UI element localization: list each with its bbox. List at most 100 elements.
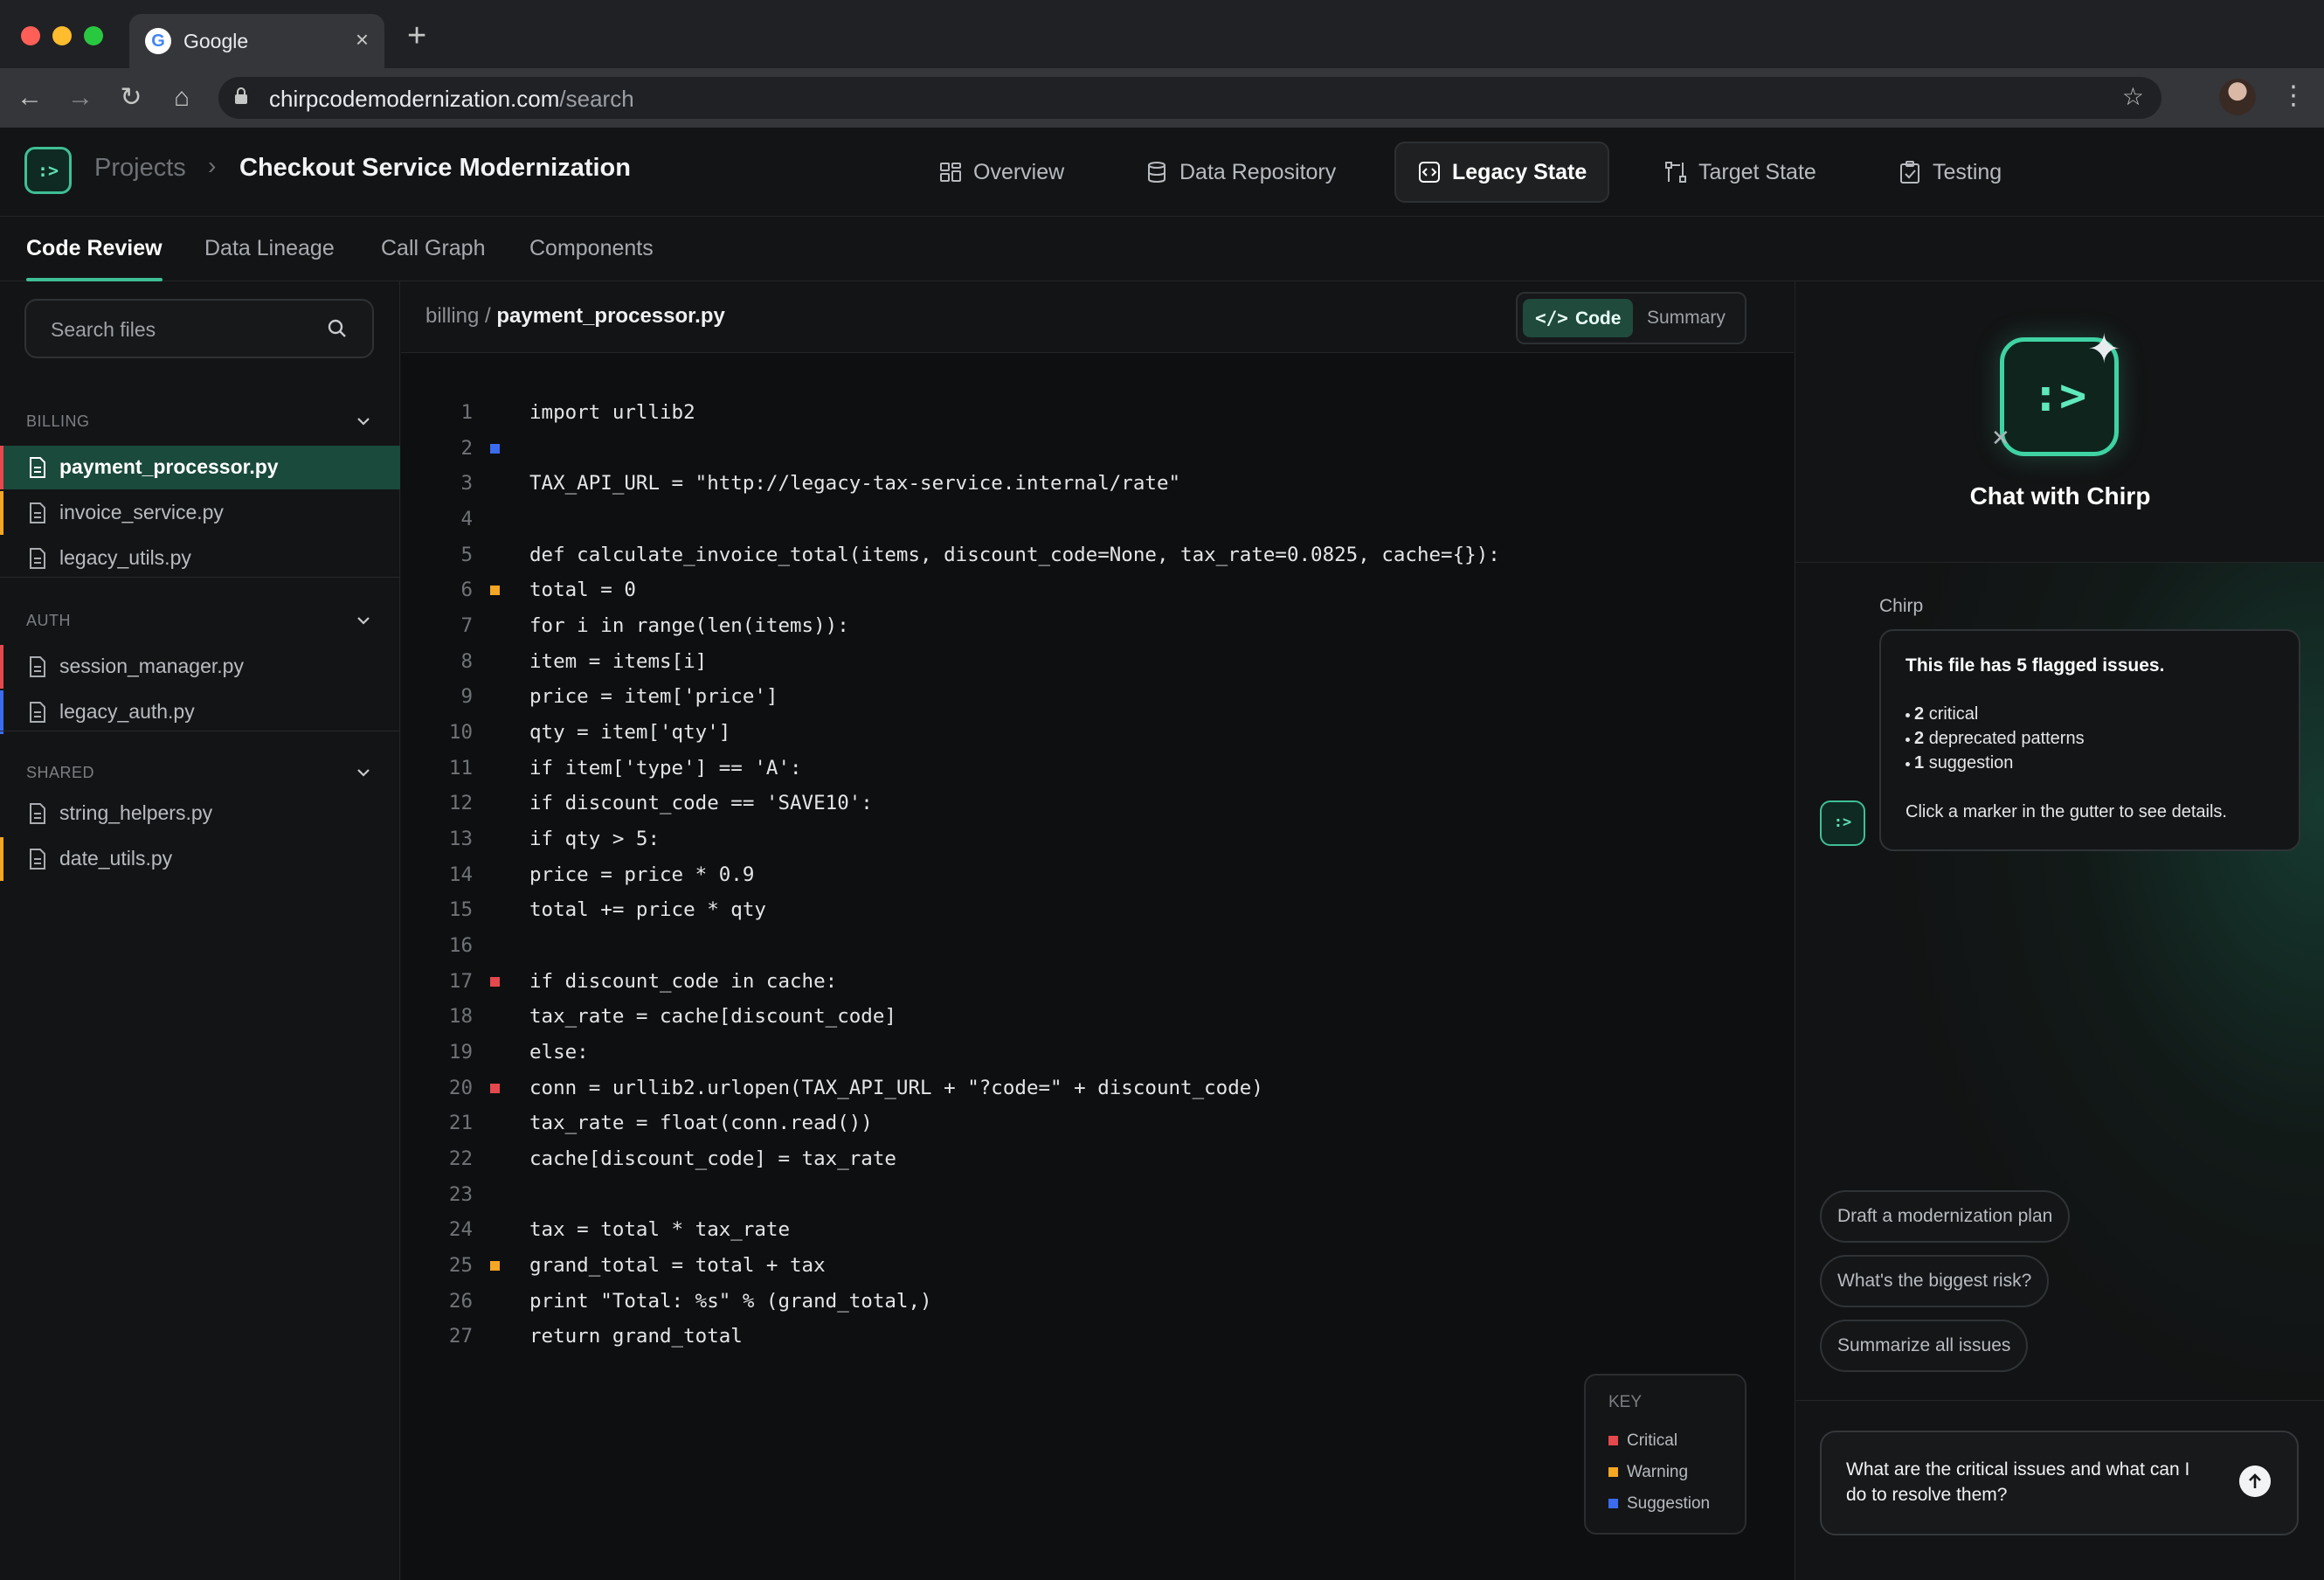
- code-line: 16: [401, 928, 1794, 963]
- line-number: 14: [448, 863, 473, 886]
- minimize-window-button[interactable]: [52, 26, 72, 45]
- code-line: 14 price = price * 0.9: [401, 857, 1794, 892]
- line-code: price = price * 0.9: [529, 863, 755, 886]
- chat-footer: What are the critical issues and what ca…: [1795, 1400, 2324, 1580]
- code-line: 1 import urllib2: [401, 395, 1794, 430]
- key-item-critical: Critical: [1608, 1431, 1677, 1451]
- tab-data-lineage[interactable]: Data Lineage: [204, 236, 335, 261]
- line-code: else:: [529, 1040, 589, 1064]
- close-tab-icon[interactable]: ×: [356, 26, 369, 53]
- group-title: AUTH: [26, 612, 71, 629]
- view-code-label: Code: [1574, 308, 1622, 329]
- message-footer: Click a marker in the gutter to see deta…: [1906, 802, 2227, 821]
- code-line: 24 tax = total * tax_rate: [401, 1212, 1794, 1247]
- file-item[interactable]: invoice_service.py: [0, 491, 400, 535]
- line-code: def calculate_invoice_total(items, disco…: [529, 543, 1500, 566]
- search-files-input[interactable]: Search files: [24, 299, 374, 358]
- line-number: 20: [448, 1076, 473, 1099]
- line-code: cache[discount_code] = tax_rate: [529, 1147, 896, 1170]
- nav-overview[interactable]: Overview: [917, 142, 1085, 203]
- back-arrow-icon[interactable]: ←: [12, 82, 47, 114]
- nav-legacy-state[interactable]: Legacy State: [1394, 142, 1610, 203]
- line-code: item = items[i]: [529, 649, 708, 673]
- sparkle-icon: ✦: [2087, 326, 2121, 371]
- line-number: 4: [460, 507, 473, 530]
- line-number: 16: [448, 933, 473, 957]
- file-name: payment_processor.py: [59, 455, 279, 478]
- line-code: for i in range(len(items)):: [529, 613, 849, 637]
- line-number: 18: [448, 1005, 473, 1029]
- line-code: import urllib2: [529, 401, 695, 424]
- warning-gutter-marker[interactable]: [490, 586, 500, 596]
- line-number: 13: [448, 827, 473, 850]
- message-bullet: 2 deprecated patterns: [1906, 729, 2085, 749]
- address-bar[interactable]: chirpcodemodernization.com/search ☆: [218, 77, 2161, 119]
- line-number: 1: [460, 401, 473, 424]
- code-line: 18 tax_rate = cache[discount_code]: [401, 999, 1794, 1034]
- line-number: 2: [460, 436, 473, 460]
- new-tab-icon[interactable]: +: [407, 19, 426, 52]
- suggestion-chip[interactable]: Summarize all issues: [1820, 1320, 2029, 1372]
- tab-code-review[interactable]: Code Review: [26, 236, 163, 281]
- file-item[interactable]: payment_processor.py: [0, 446, 400, 489]
- close-window-button[interactable]: [21, 26, 40, 45]
- chevron-down-icon[interactable]: [355, 764, 372, 781]
- reload-icon[interactable]: ↻: [114, 82, 149, 114]
- key-label: Warning: [1627, 1463, 1689, 1481]
- code-window-icon: [1419, 162, 1440, 183]
- maximize-window-button[interactable]: [84, 26, 103, 45]
- line-number: 8: [460, 649, 473, 673]
- file-item[interactable]: legacy_auth.py: [0, 690, 400, 734]
- code-line: 22 cache[discount_code] = tax_rate: [401, 1141, 1794, 1176]
- breadcrumb-chevron-icon: ›: [208, 152, 217, 179]
- suggestion-gutter-marker[interactable]: [490, 443, 500, 454]
- file-flag: [0, 837, 3, 881]
- suggestion-chip[interactable]: Draft a modernization plan: [1820, 1190, 2071, 1243]
- critical-gutter-marker[interactable]: [490, 1083, 500, 1093]
- chat-message: This file has 5 flagged issues. 2 critic…: [1879, 629, 2300, 851]
- bookmark-star-icon[interactable]: ☆: [2122, 82, 2144, 111]
- nav-target-state[interactable]: Target State: [1643, 142, 1837, 203]
- file-item[interactable]: string_helpers.py: [0, 792, 400, 835]
- suggestion-swatch: [1608, 1499, 1618, 1508]
- file-item[interactable]: legacy_utils.py: [0, 537, 400, 580]
- tab-components[interactable]: Components: [529, 236, 654, 261]
- file-path: billing / payment_processor.py: [425, 304, 725, 329]
- nav-testing[interactable]: Testing: [1877, 142, 2023, 203]
- forward-arrow-icon[interactable]: →: [63, 82, 98, 114]
- breadcrumb-projects[interactable]: Projects: [94, 154, 186, 183]
- view-code-button[interactable]: </> Code: [1523, 299, 1634, 337]
- file-icon: [30, 502, 45, 523]
- target-flow-icon: [1665, 162, 1686, 183]
- home-icon[interactable]: ⌂: [164, 82, 199, 114]
- clipboard-check-icon: [1900, 161, 1919, 184]
- chevron-down-icon[interactable]: [355, 412, 372, 430]
- chirp-logo[interactable]: :>: [24, 147, 72, 194]
- line-code: if item['type'] == 'A':: [529, 756, 802, 780]
- line-code: conn = urllib2.urlopen(TAX_API_URL + "?c…: [529, 1076, 1263, 1099]
- browser-menu-icon[interactable]: ⋮: [2280, 80, 2307, 112]
- nav-data-repository[interactable]: Data Repository: [1124, 142, 1357, 203]
- browser-tab[interactable]: Google ×: [129, 14, 384, 68]
- search-icon: [328, 319, 346, 337]
- sub-tabs: Code Review Data Lineage Call Graph Comp…: [0, 217, 2324, 281]
- google-favicon-icon: [145, 28, 171, 54]
- code-line: 5 def calculate_invoice_total(items, disc…: [401, 537, 1794, 572]
- profile-avatar[interactable]: [2219, 79, 2256, 115]
- key-item-warning: Warning: [1608, 1463, 1688, 1482]
- view-summary-button[interactable]: Summary: [1635, 299, 1738, 337]
- code-line: 25 grand_total = total + tax: [401, 1248, 1794, 1283]
- file-flag: [0, 690, 3, 734]
- key-title: KEY: [1608, 1393, 1643, 1411]
- suggestion-chip[interactable]: What's the biggest risk?: [1820, 1255, 2050, 1307]
- chevron-down-icon[interactable]: [355, 612, 372, 629]
- file-name: invoice_service.py: [59, 501, 224, 523]
- file-item[interactable]: session_manager.py: [0, 645, 400, 689]
- line-number: 26: [448, 1289, 473, 1313]
- warning-gutter-marker[interactable]: [490, 1260, 500, 1271]
- chat-input[interactable]: What are the critical issues and what ca…: [1820, 1431, 2299, 1535]
- critical-gutter-marker[interactable]: [490, 976, 500, 987]
- tab-call-graph[interactable]: Call Graph: [381, 236, 486, 261]
- file-item[interactable]: date_utils.py: [0, 837, 400, 881]
- send-arrow-icon[interactable]: [2239, 1466, 2271, 1497]
